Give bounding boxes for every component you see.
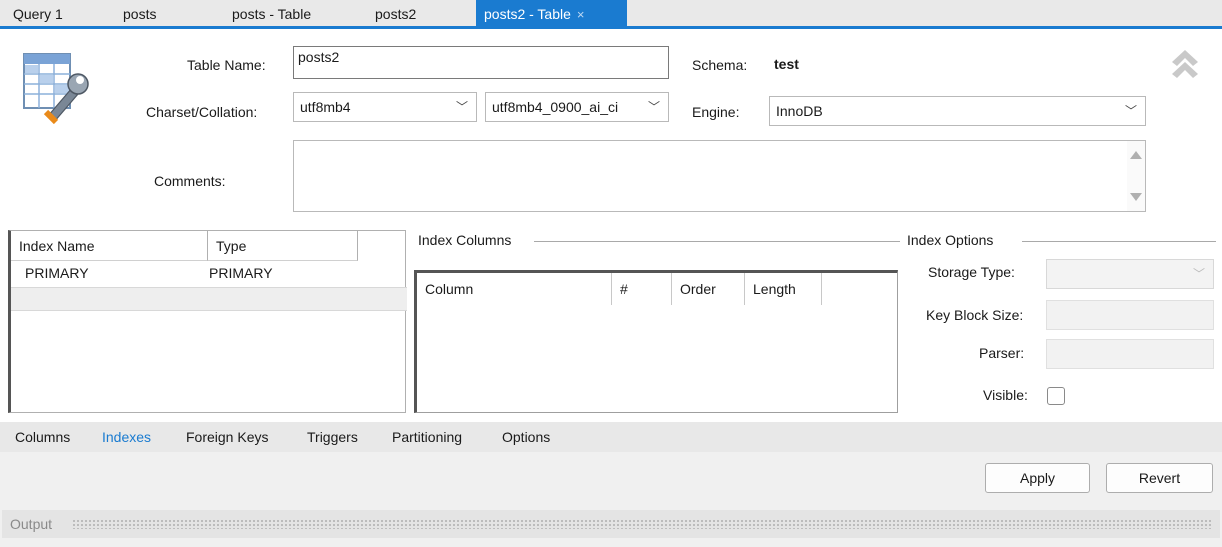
editor-subtabs: Columns Indexes Foreign Keys Triggers Pa… [0, 422, 1222, 452]
tab-indexes[interactable]: Indexes [102, 422, 151, 452]
tab-triggers[interactable]: Triggers [307, 422, 358, 452]
engine-label: Engine: [692, 104, 740, 120]
parser-label: Parser: [979, 345, 1025, 361]
number-header[interactable]: # [612, 273, 672, 305]
visible-label: Visible: [983, 387, 1028, 403]
index-name-cell[interactable]: PRIMARY [17, 265, 89, 281]
charset-value: utf8mb4 [300, 99, 351, 115]
tab-posts-table[interactable]: posts - Table [232, 0, 311, 29]
order-header[interactable]: Order [672, 273, 745, 305]
length-header[interactable]: Length [745, 273, 822, 305]
chevron-down-icon: ﹀ [455, 100, 468, 114]
engine-select[interactable]: InnoDB ﹀ [769, 96, 1146, 126]
table-wrench-icon [23, 53, 89, 124]
tab-query-1[interactable]: Query 1 [13, 0, 63, 29]
column-header[interactable]: Column [417, 273, 612, 305]
table-name-input[interactable]: posts2 [293, 46, 669, 79]
index-type-cell[interactable]: PRIMARY [201, 265, 273, 281]
editor-tab-bar: Query 1 posts posts - Table posts2 posts… [0, 0, 1222, 29]
revert-button[interactable]: Revert [1106, 463, 1213, 493]
comments-textarea[interactable] [293, 140, 1146, 212]
tab-posts2-table[interactable]: posts2 - Table × [476, 0, 627, 29]
tab-partitioning[interactable]: Partitioning [392, 422, 462, 452]
charset-select[interactable]: utf8mb4 ﹀ [293, 92, 477, 122]
tab-posts[interactable]: posts [123, 0, 156, 29]
output-splitter-grip[interactable] [72, 519, 1212, 529]
parser-input[interactable] [1046, 339, 1214, 369]
scroll-up-icon[interactable] [1130, 151, 1142, 159]
tab-posts2[interactable]: posts2 [375, 0, 416, 29]
table-name-label: Table Name: [187, 57, 266, 73]
index-options-title: Index Options [907, 232, 1000, 248]
tab-label: posts2 - Table [484, 6, 571, 22]
collation-select[interactable]: utf8mb4_0900_ai_ci ﹀ [485, 92, 669, 122]
section-divider [1022, 241, 1216, 242]
charset-collation-label: Charset/Collation: [146, 104, 258, 120]
double-chevron-up-icon[interactable] [1166, 44, 1204, 82]
tab-columns[interactable]: Columns [15, 422, 70, 452]
collation-value: utf8mb4_0900_ai_ci [492, 99, 619, 115]
schema-label: Schema: [692, 57, 748, 73]
comments-label: Comments: [154, 173, 226, 189]
storage-type-label: Storage Type: [928, 264, 1015, 280]
schema-value: test [774, 56, 799, 72]
section-divider [534, 241, 900, 242]
key-block-size-input[interactable] [1046, 300, 1214, 330]
comments-scrollbar[interactable] [1127, 141, 1145, 211]
output-label: Output [10, 516, 53, 532]
tab-foreign-keys[interactable]: Foreign Keys [186, 422, 268, 452]
index-type-header[interactable]: Type [208, 231, 358, 261]
chevron-down-icon: ﹀ [1124, 104, 1137, 118]
key-block-size-label: Key Block Size: [926, 307, 1024, 323]
scroll-down-icon[interactable] [1130, 193, 1142, 201]
comments-text [294, 141, 1145, 149]
tab-options[interactable]: Options [502, 422, 550, 452]
engine-value: InnoDB [776, 103, 823, 119]
index-name-header[interactable]: Index Name [11, 231, 208, 261]
storage-type-select[interactable]: ﹀ [1046, 259, 1214, 289]
close-tab-icon[interactable]: × [577, 7, 585, 22]
index-list-table[interactable]: Index Name Type PRIMARY PRIMARY [8, 230, 407, 413]
new-index-row[interactable] [11, 287, 407, 311]
apply-button[interactable]: Apply [985, 463, 1090, 493]
index-columns-table[interactable]: Column # Order Length [414, 270, 898, 413]
chevron-down-icon: ﹀ [647, 100, 660, 114]
chevron-down-icon: ﹀ [1192, 267, 1205, 281]
index-columns-title: Index Columns [418, 232, 518, 248]
visible-checkbox[interactable] [1047, 387, 1065, 405]
